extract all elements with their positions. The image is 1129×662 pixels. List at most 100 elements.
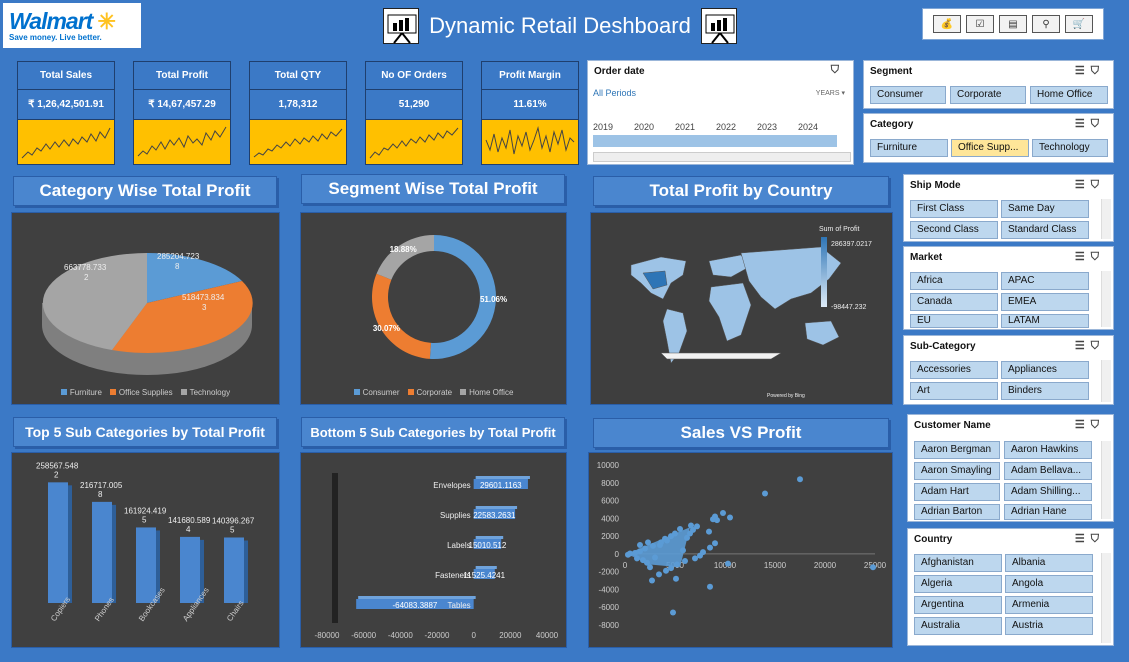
data-label: 51.06%: [480, 295, 507, 304]
slicer-item[interactable]: Art: [910, 382, 998, 400]
data-point: [650, 542, 656, 549]
slicer-item[interactable]: Angola: [1005, 575, 1093, 593]
map-africa: [708, 282, 752, 342]
slicer-item[interactable]: Adrian Barton: [914, 504, 1000, 520]
slicer-item[interactable]: Algeria: [914, 575, 1002, 593]
timeline-year[interactable]: 2020: [634, 122, 675, 132]
slicer-item[interactable]: Adam Bellava...: [1004, 462, 1092, 480]
scrollbar[interactable]: [1101, 360, 1111, 402]
slicer-item[interactable]: Armenia: [1005, 596, 1093, 614]
multiselect-filter-icon[interactable]: ☰⛉: [1075, 178, 1105, 192]
slicer-item[interactable]: Aaron Hawkins: [1004, 441, 1092, 459]
slicer-item[interactable]: Adrian Hane: [1004, 504, 1092, 520]
slicer-item[interactable]: Afghanistan: [914, 554, 1002, 572]
tick-label: 8000: [601, 479, 619, 488]
tick-label: 20000: [814, 561, 837, 570]
slicer-item[interactable]: Accessories: [910, 361, 998, 379]
kpi-total-profit: Total Profit ₹ 14,67,457.29: [133, 61, 231, 165]
slicer-item[interactable]: Austria: [1005, 617, 1093, 635]
tick-label: 10000: [597, 461, 620, 470]
slicer-item[interactable]: Technology: [1032, 139, 1108, 157]
timeline-year[interactable]: 2023: [757, 122, 798, 132]
slicer-item[interactable]: Consumer: [870, 86, 946, 104]
slicer-item[interactable]: Binders: [1001, 382, 1089, 400]
svg-text:3: 3: [202, 303, 207, 312]
slicer-item[interactable]: Aaron Bergman: [914, 441, 1000, 459]
scrollbar[interactable]: [1101, 441, 1111, 519]
presentation-chart-icon: [383, 8, 420, 44]
slicer-item[interactable]: Argentina: [914, 596, 1002, 614]
slicer-item[interactable]: Adam Shilling...: [1004, 483, 1092, 501]
kpi-no-of-orders: No OF Orders 51,290: [365, 61, 463, 165]
data-point: [637, 542, 643, 548]
sparkline-chart: [137, 126, 227, 157]
multiselect-filter-icon[interactable]: ☰⛉: [1075, 418, 1105, 432]
timeline-year[interactable]: 2022: [716, 122, 757, 132]
world-map: [630, 246, 842, 364]
slicer-item[interactable]: First Class: [910, 200, 998, 218]
slicer-item[interactable]: Appliances: [1001, 361, 1089, 379]
documents-icon[interactable]: ▤: [999, 15, 1027, 33]
slicer-item[interactable]: LATAM: [1001, 314, 1089, 328]
data-point: [673, 575, 679, 582]
search-icon[interactable]: ⚲: [1032, 15, 1060, 33]
timeline-bar[interactable]: [593, 135, 837, 147]
segment-donut-chart: 51.06% 30.07% 18.88% Consumer Corporate Ho…: [300, 212, 567, 405]
money-bag-icon[interactable]: 💰: [933, 15, 961, 33]
slicer-item[interactable]: Africa: [910, 272, 998, 290]
svg-text:2: 2: [84, 273, 89, 282]
tick-label: 20000: [499, 631, 522, 640]
timeline-unit-dropdown[interactable]: YEARS ▾: [816, 89, 845, 97]
timeline-year[interactable]: 2024: [798, 122, 839, 132]
slicer-item[interactable]: Same Day: [1001, 200, 1089, 218]
timeline-year[interactable]: 2019: [593, 122, 634, 132]
checklist-icon[interactable]: ☑: [966, 15, 994, 33]
scrollbar[interactable]: [1101, 199, 1111, 239]
slicer-item[interactable]: Second Class: [910, 221, 998, 239]
tick-label: 6000: [601, 497, 619, 506]
segment-slicer: Segment ☰⛉ Consumer Corporate Home Office: [863, 60, 1114, 109]
tick-label: 2000: [601, 532, 619, 541]
slicer-item[interactable]: Aaron Smayling: [914, 462, 1000, 480]
multiselect-filter-icon[interactable]: ☰⛉: [1075, 250, 1105, 264]
slicer-item[interactable]: Canada: [910, 293, 998, 311]
data-point: [710, 516, 716, 523]
timeline-year[interactable]: 2021: [675, 122, 716, 132]
panel-title-country: Total Profit by Country: [593, 176, 889, 206]
multiselect-filter-icon[interactable]: ☰⛉: [1075, 117, 1105, 131]
map-legend-scale: [821, 237, 827, 307]
chart-legend: Furniture Office Supplies Technology: [12, 388, 279, 397]
data-label: 29601.1163: [480, 481, 522, 490]
data-point: [870, 564, 876, 571]
slicer-item[interactable]: Standard Class: [1001, 221, 1089, 239]
bar-top: [358, 596, 476, 599]
multiselect-filter-icon[interactable]: ☰⛉: [1075, 532, 1105, 546]
data-point: [684, 534, 690, 541]
sparkline: [250, 120, 346, 164]
slicer-item[interactable]: APAC: [1001, 272, 1089, 290]
sparkline-chart: [253, 128, 343, 158]
slicer-item[interactable]: Australia: [914, 617, 1002, 635]
slicer-item[interactable]: Albania: [1005, 554, 1093, 572]
kpi-total-sales: Total Sales ₹ 1,26,42,501.91: [17, 61, 115, 165]
data-point: [677, 526, 683, 532]
slicer-item[interactable]: Home Office: [1030, 86, 1108, 104]
slicer-item[interactable]: Office Supp...: [951, 139, 1029, 157]
slicer-item[interactable]: EU: [910, 314, 998, 328]
clear-filter-icon[interactable]: ⛉: [831, 64, 845, 77]
multiselect-filter-icon[interactable]: ☰⛉: [1075, 64, 1105, 78]
customer-name-slicer: Customer Name ☰⛉ Aaron Bergman Aaron Hawk…: [907, 414, 1114, 522]
slicer-item[interactable]: Corporate: [950, 86, 1026, 104]
cart-icon[interactable]: 🛒: [1065, 15, 1093, 33]
multiselect-filter-icon[interactable]: ☰⛉: [1075, 339, 1105, 353]
slicer-item[interactable]: EMEA: [1001, 293, 1089, 311]
scrollbar[interactable]: [1101, 271, 1111, 327]
data-point: [707, 583, 713, 590]
tick-label: -80000: [315, 631, 340, 640]
timeline-scrollbar[interactable]: [593, 152, 851, 162]
scrollbar[interactable]: [1101, 553, 1111, 643]
sales-profit-scatter-chart: 10000 8000 6000 4000 2000 0 -2000 -4000 -6000 -80…: [588, 452, 893, 648]
slicer-item[interactable]: Furniture: [870, 139, 948, 157]
category-label: Envelopes: [433, 481, 470, 490]
slicer-item[interactable]: Adam Hart: [914, 483, 1000, 501]
